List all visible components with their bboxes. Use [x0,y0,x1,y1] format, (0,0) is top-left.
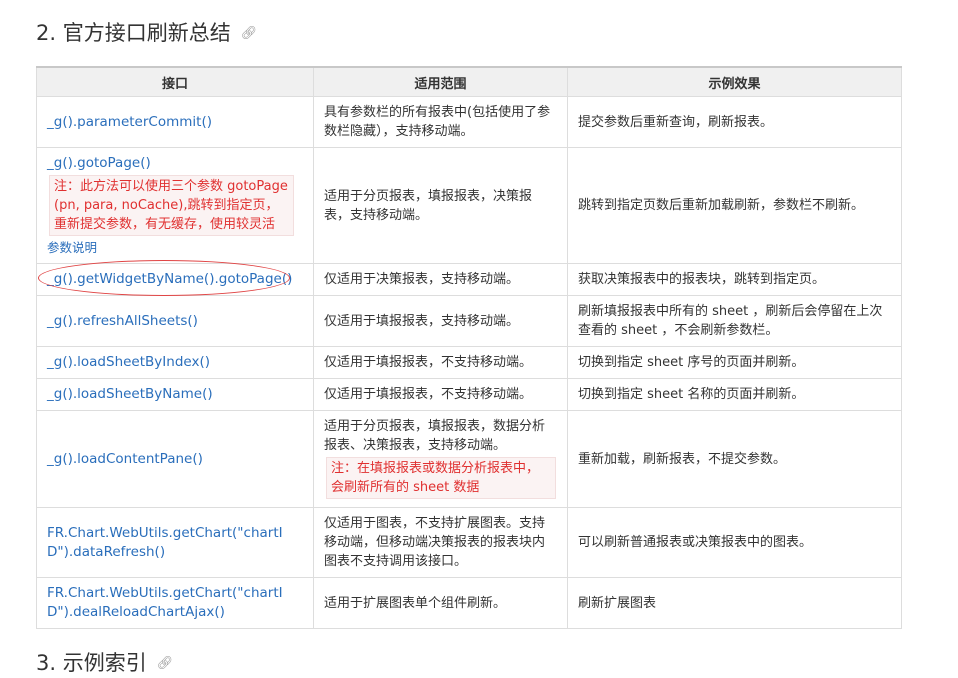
effect-cell: 获取决策报表中的报表块，跳转到指定页。 [567,263,902,296]
table-row: _g().loadContentPane() 适用于分页报表，填报报表，数据分析… [36,410,902,508]
api-note: 注：此方法可以使用三个参数 gotoPage(pn, para, noCache… [49,175,294,236]
api-cell: _g().parameterCommit() [36,96,314,148]
scope-cell: 适用于扩展图表单个组件刷新。 [313,577,568,629]
header-api: 接口 [36,66,314,97]
section-title: 2. 官方接口刷新总结 [36,21,231,45]
scope-cell: 仅适用于填报报表，支持移动端。 [313,295,568,347]
scope-cell: 仅适用于决策报表，支持移动端。 [313,263,568,296]
section-title: 3. 示例索引 [36,651,147,675]
effect-cell: 刷新填报报表中所有的 sheet ，刷新后会停留在上次查看的 sheet ，不会… [567,295,902,347]
table-header-row: 接口 适用范围 示例效果 [36,66,902,97]
api-link[interactable]: FR.Chart.WebUtils.getChart("chartID").da… [47,525,283,560]
api-cell: _g().getWidgetByName().gotoPage() [36,260,314,296]
scope-cell: 适用于分页报表，填报报表，决策报表，支持移动端。 [313,147,568,264]
scope-text: 适用于分页报表，填报报表，数据分析报表、决策报表，支持移动端。 [324,419,546,453]
api-refresh-table: 接口 适用范围 示例效果 _g().parameterCommit() 具有参数… [36,66,902,629]
table-row: _g().loadSheetByIndex() 仅适用于填报报表，不支持移动端。… [36,346,902,379]
table-row: FR.Chart.WebUtils.getChart("chartID").de… [36,577,902,629]
table-row: FR.Chart.WebUtils.getChart("chartID").da… [36,507,902,578]
api-link[interactable]: _g().refreshAllSheets() [47,313,198,329]
header-effect: 示例效果 [567,66,902,97]
api-link[interactable]: _g().gotoPage() [47,155,151,171]
api-cell: FR.Chart.WebUtils.getChart("chartID").da… [36,507,314,578]
section-heading-official-api: 2. 官方接口刷新总结 🔗︎ [36,19,257,48]
param-docs-link[interactable]: 参数说明 [47,238,303,257]
effect-cell: 切换到指定 sheet 序号的页面并刷新。 [567,346,902,379]
scope-cell: 适用于分页报表，填报报表，数据分析报表、决策报表，支持移动端。 注：在填报报表或… [313,410,568,508]
effect-cell: 可以刷新普通报表或决策报表中的图表。 [567,507,902,578]
api-link[interactable]: _g().loadSheetByName() [47,386,213,402]
api-cell: _g().refreshAllSheets() [36,295,314,347]
table-row: _g().refreshAllSheets() 仅适用于填报报表，支持移动端。 … [36,295,902,347]
section-heading-example-index: 3. 示例索引 🔗︎ [36,649,173,678]
link-icon[interactable]: 🔗︎ [241,26,258,41]
scope-cell: 仅适用于填报报表，不支持移动端。 [313,346,568,379]
effect-cell: 重新加载，刷新报表，不提交参数。 [567,410,902,508]
api-cell: FR.Chart.WebUtils.getChart("chartID").de… [36,577,314,629]
effect-cell: 切换到指定 sheet 名称的页面并刷新。 [567,378,902,411]
api-cell: _g().gotoPage() 注：此方法可以使用三个参数 gotoPage(p… [36,147,314,264]
effect-cell: 提交参数后重新查询，刷新报表。 [567,96,902,148]
table-row: _g().gotoPage() 注：此方法可以使用三个参数 gotoPage(p… [36,147,902,264]
red-ellipse-mark [38,260,290,296]
scope-cell: 仅适用于图表，不支持扩展图表。支持移动端，但移动端决策报表的报表块内图表不支持调… [313,507,568,578]
link-icon[interactable]: 🔗︎ [157,656,174,671]
api-link[interactable]: _g().loadContentPane() [47,451,203,467]
table-row: _g().parameterCommit() 具有参数栏的所有报表中(包括使用了… [36,96,902,148]
api-cell: _g().loadContentPane() [36,410,314,508]
header-scope: 适用范围 [313,66,568,97]
table-row: _g().getWidgetByName().gotoPage() 仅适用于决策… [36,260,902,296]
api-cell: _g().loadSheetByName() [36,378,314,411]
api-link[interactable]: _g().loadSheetByIndex() [47,354,210,370]
table-row: _g().loadSheetByName() 仅适用于填报报表，不支持移动端。 … [36,378,902,411]
api-link[interactable]: _g().parameterCommit() [47,114,212,130]
api-cell: _g().loadSheetByIndex() [36,346,314,379]
effect-cell: 刷新扩展图表 [567,577,902,629]
scope-cell: 具有参数栏的所有报表中(包括使用了参数栏隐藏），支持移动端。 [313,96,568,148]
highlight-circle-annotation: _g().getWidgetByName().gotoPage() [38,260,292,296]
api-link[interactable]: FR.Chart.WebUtils.getChart("chartID").de… [47,585,283,620]
scope-cell: 仅适用于填报报表，不支持移动端。 [313,378,568,411]
scope-note: 注：在填报报表或数据分析报表中，会刷新所有的 sheet 数据 [326,457,556,499]
effect-cell: 跳转到指定页数后重新加载刷新，参数栏不刷新。 [567,147,902,264]
